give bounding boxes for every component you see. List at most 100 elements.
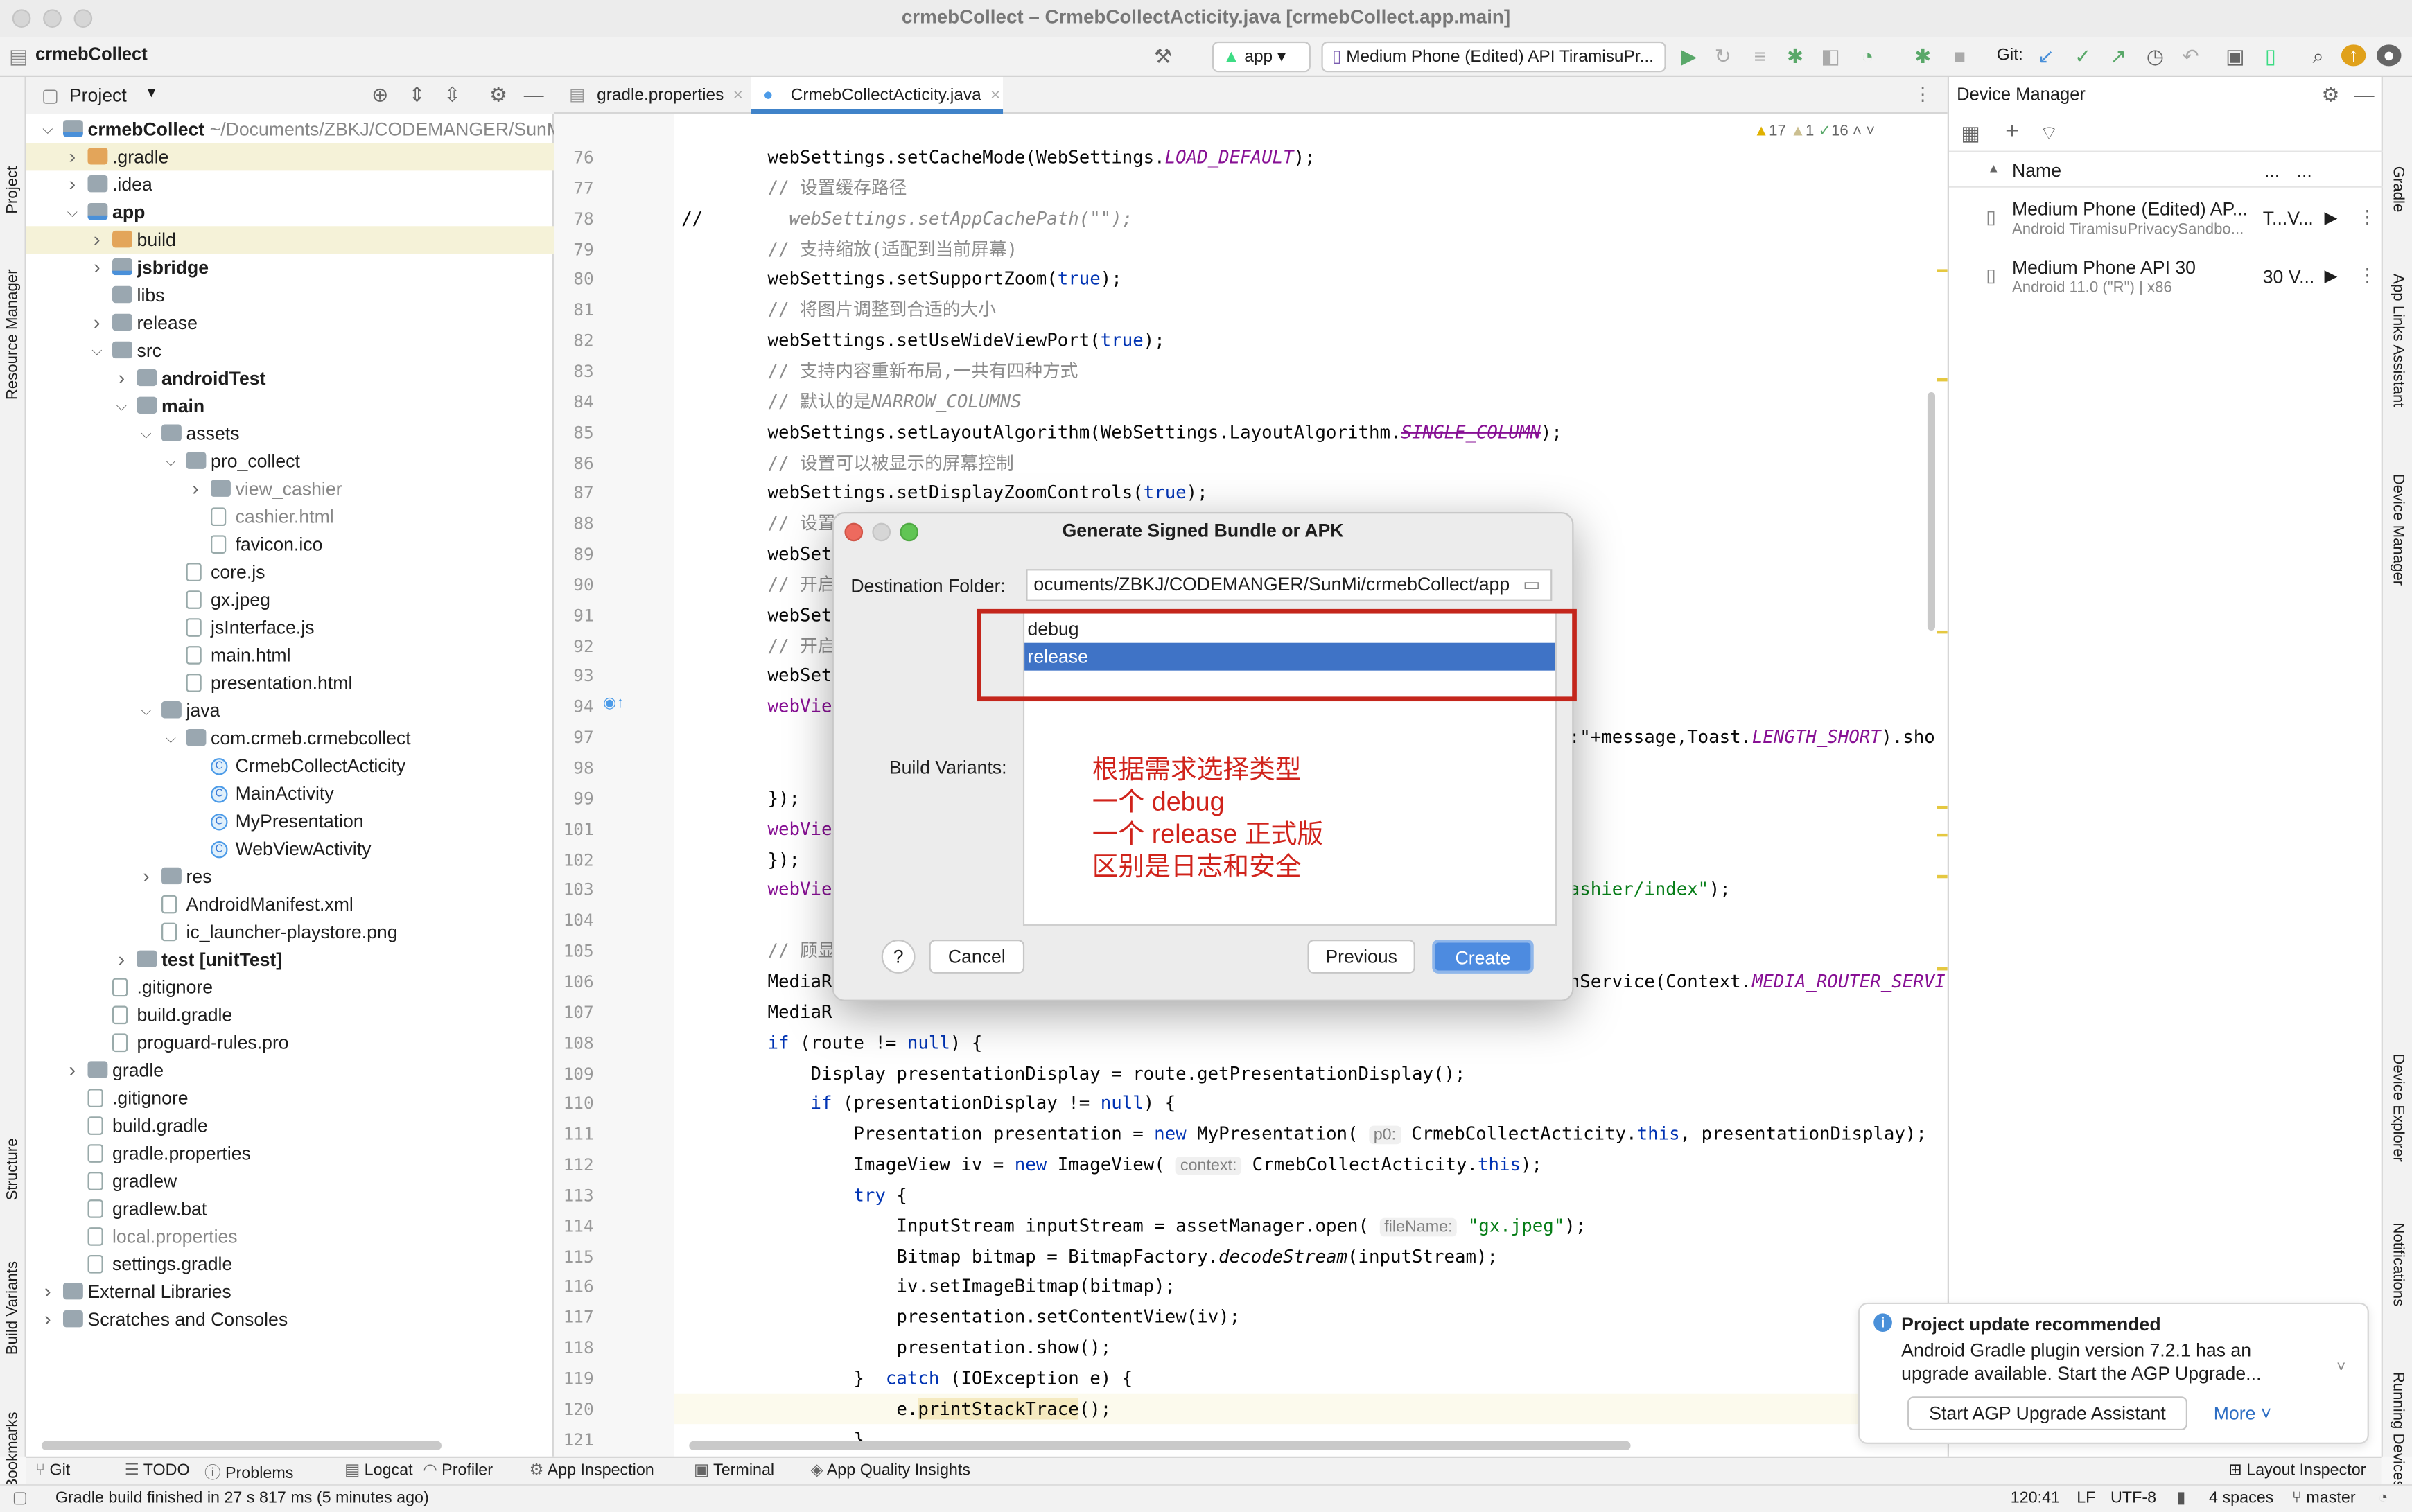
tree-item[interactable]: favicon.ico <box>26 531 554 559</box>
tree-item[interactable]: › test [unitTest] <box>26 946 554 974</box>
tool-tab-app-quality-insights[interactable]: ◈ App Quality Insights <box>811 1461 970 1479</box>
chevron-right-icon[interactable]: › <box>89 309 105 337</box>
account-icon[interactable]: ● <box>2376 44 2402 67</box>
tree-item[interactable]: ⌵ com.crmeb.crmebcollect <box>26 724 554 752</box>
tree-item[interactable]: ⌵ app <box>26 198 554 226</box>
tool-tab-todo[interactable]: ☰ TODO <box>125 1461 190 1479</box>
git-rollback-icon[interactable]: ↶ <box>2178 45 2203 68</box>
tool-tab-app-inspection[interactable]: ⚙ App Inspection <box>529 1461 654 1479</box>
code-line[interactable]: webSettings.setUseWideViewPort(true); <box>767 325 1164 355</box>
code-line[interactable]: // 设置可以被显示的屏幕控制 <box>767 447 1013 477</box>
chevron-right-icon[interactable]: › <box>188 475 203 503</box>
close-window-button[interactable] <box>12 9 31 28</box>
chevron-right-icon[interactable]: › <box>114 364 129 392</box>
horizontal-scrollbar[interactable] <box>41 1441 442 1450</box>
inspection-widget[interactable]: ▲17 ▲1 ✓16 ˄ ˅ <box>1754 123 1875 140</box>
chevron-down-icon[interactable]: ▼ <box>145 85 159 100</box>
next-highlight-icon[interactable]: ˅ <box>1866 123 1875 140</box>
indent-setting[interactable]: 4 spaces <box>2209 1488 2273 1507</box>
chevron-down-icon[interactable]: ⌵ <box>139 696 154 724</box>
code-line[interactable]: }); <box>767 782 800 813</box>
tree-item[interactable]: › jsbridge <box>26 254 554 281</box>
expand-icon[interactable]: ˅ <box>2336 1360 2345 1376</box>
code-line[interactable]: Display presentationDisplay = route.getP… <box>767 1057 1465 1088</box>
tree-item[interactable]: ic_launcher-playstore.png <box>26 918 554 946</box>
code-line[interactable]: webSet <box>767 538 832 569</box>
tool-tab-profiler[interactable]: ◠ Profiler <box>423 1461 493 1479</box>
caret-position[interactable]: 120:41 <box>2011 1488 2060 1507</box>
tree-item[interactable]: › res <box>26 863 554 890</box>
tool-window-bookmarks[interactable]: Bookmarks <box>5 1412 21 1488</box>
git-update-icon[interactable]: ↙ <box>2034 45 2059 68</box>
chevron-down-icon[interactable]: ⌵ <box>64 198 80 226</box>
code-line[interactable]: webVie ashier/index"); <box>767 874 1730 904</box>
tree-item[interactable]: cashier.html <box>26 503 554 531</box>
chevron-right-icon[interactable]: › <box>40 1306 55 1333</box>
tree-item[interactable]: › gradle <box>26 1057 554 1084</box>
code-line[interactable]: MediaR <box>767 996 832 1027</box>
search-icon[interactable]: ⌕ <box>2306 45 2331 68</box>
run-icon[interactable]: ▶ <box>1677 45 1702 68</box>
tree-item[interactable]: libs <box>26 281 554 309</box>
attach-debugger-icon[interactable]: ✱ <box>1910 45 1935 68</box>
tree-item[interactable]: main.html <box>26 641 554 669</box>
tree-item[interactable]: C CrmebCollectActicity <box>26 752 554 780</box>
tool-window-device-explorer[interactable]: Device Explorer <box>2389 1053 2406 1162</box>
code-line[interactable]: webSettings.setSupportZoom(true); <box>767 263 1121 294</box>
tree-item[interactable]: › .idea <box>26 170 554 198</box>
debug-icon[interactable]: ✱ <box>1783 45 1808 68</box>
destination-folder-input[interactable]: ocuments/ZBKJ/CODEMANGER/SunMi/crmebColl… <box>1026 569 1553 601</box>
tree-item[interactable]: jsInterface.js <box>26 614 554 642</box>
chevron-right-icon[interactable]: › <box>89 254 105 281</box>
code-line[interactable]: webSettings.setDisplayZoomControls(true)… <box>767 477 1207 508</box>
previous-highlight-icon[interactable]: ˄ <box>1853 123 1866 140</box>
tree-item[interactable]: ⌵ src <box>26 337 554 364</box>
tree-item[interactable]: AndroidManifest.xml <box>26 890 554 918</box>
collapse-all-icon[interactable]: ⇳ <box>440 84 465 106</box>
tool-window-build-variants[interactable]: Build Variants <box>5 1261 21 1355</box>
git-push-icon[interactable]: ↗ <box>2106 45 2131 68</box>
tree-item[interactable]: .gitignore <box>26 1084 554 1112</box>
tool-window-structure[interactable]: Structure <box>5 1138 21 1200</box>
code-line[interactable]: // 开启 <box>767 569 835 599</box>
tree-item[interactable]: gradle.properties <box>26 1140 554 1168</box>
column-type[interactable]: ... <box>2297 160 2312 182</box>
chevron-down-icon[interactable]: ⌵ <box>114 392 129 420</box>
start-agp-upgrade-button[interactable]: Start AGP Upgrade Assistant <box>1907 1396 2187 1431</box>
hide-panel-icon[interactable]: — <box>2352 84 2377 106</box>
tree-item[interactable]: ⌵ pro_collect <box>26 448 554 475</box>
warning-stripe[interactable] <box>1937 874 1948 879</box>
tool-tab-problems[interactable]: ⓘ Problems <box>204 1461 293 1484</box>
code-line[interactable]: iv.setImageBitmap(bitmap); <box>767 1271 1176 1301</box>
code-line[interactable]: // 顾显 <box>767 935 835 966</box>
chevron-down-icon[interactable]: ⌵ <box>40 115 55 143</box>
run-config-select[interactable]: ▲ app ▾ <box>1212 41 1311 73</box>
launch-icon[interactable]: ▶ <box>2325 266 2338 286</box>
cancel-button[interactable]: Cancel <box>929 940 1025 974</box>
expand-all-icon[interactable]: ⇕ <box>405 84 430 106</box>
tree-item[interactable]: C MyPresentation <box>26 807 554 835</box>
code-line[interactable]: if (route != null) { <box>767 1027 982 1057</box>
tree-item[interactable]: › Scratches and Consoles <box>26 1306 554 1333</box>
code-line[interactable]: webSet <box>767 660 832 691</box>
update-icon[interactable]: ↑ <box>2341 44 2366 67</box>
warning-stripe[interactable] <box>1937 805 1948 809</box>
line-separator[interactable]: LF <box>2077 1488 2095 1507</box>
create-button[interactable]: Create <box>1432 940 1534 974</box>
sdk-manager-icon[interactable]: ▯ <box>2258 45 2283 68</box>
more-tabs-icon[interactable]: ⋮ <box>1914 83 1932 105</box>
chevron-right-icon[interactable]: › <box>89 226 105 254</box>
tree-item[interactable]: build.gradle <box>26 1001 554 1029</box>
code-line[interactable]: if (presentationDisplay != null) { <box>767 1088 1176 1118</box>
horizontal-scrollbar[interactable] <box>689 1441 1631 1450</box>
tree-item[interactable]: presentation.html <box>26 669 554 696</box>
column-name[interactable]: Name <box>2012 160 2061 182</box>
chevron-right-icon[interactable]: › <box>114 946 129 974</box>
tab-gradle-properties[interactable]: ▤ gradle.properties × <box>557 77 747 114</box>
launch-icon[interactable]: ▶ <box>2325 208 2338 228</box>
tree-item[interactable]: gx.jpeg <box>26 586 554 614</box>
code-line[interactable]: try { <box>767 1179 907 1210</box>
gear-icon[interactable]: ⚙ <box>2318 84 2343 106</box>
tree-item[interactable]: › build <box>26 226 554 254</box>
tree-item[interactable]: C MainActivity <box>26 780 554 807</box>
